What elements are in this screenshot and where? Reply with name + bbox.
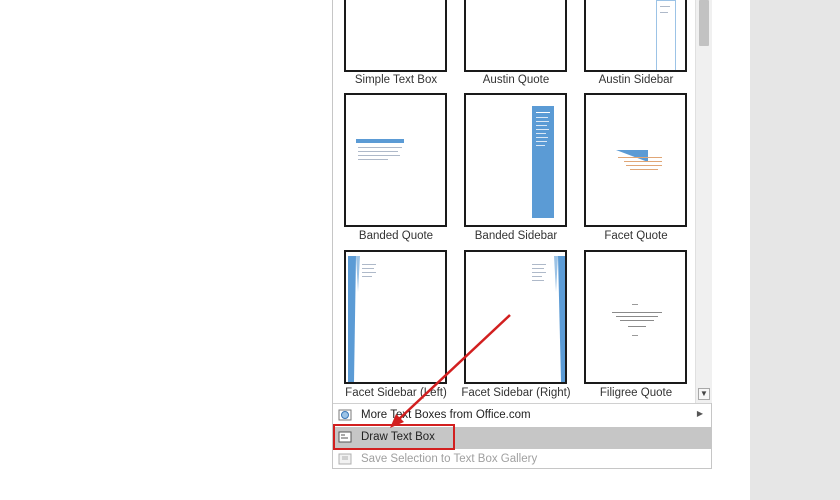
gallery-item-label: Austin Sidebar bbox=[598, 74, 674, 86]
thumbnail-banded-quote bbox=[344, 93, 447, 227]
submenu-arrow-icon: ▶ bbox=[696, 409, 703, 418]
thumbnail-filigree-quote bbox=[584, 250, 687, 384]
save-selection-label: Save Selection to Text Box Gallery bbox=[361, 453, 538, 465]
draw-text-box-highlight bbox=[333, 424, 455, 450]
save-selection-menu-item: Save Selection to Text Box Gallery bbox=[333, 449, 711, 471]
gallery-item-label: Facet Sidebar (Left) bbox=[345, 387, 447, 399]
scroll-down-button[interactable]: ▼ bbox=[698, 388, 710, 400]
thumbnail-facet-quote bbox=[584, 93, 687, 227]
document-background bbox=[750, 0, 840, 500]
text-box-gallery: Simple Text Box Austin Quote Austin Side… bbox=[333, 0, 695, 403]
save-selection-icon bbox=[338, 452, 352, 466]
thumbnail-banded-sidebar bbox=[464, 93, 567, 227]
gallery-item-label: Banded Sidebar bbox=[474, 230, 558, 242]
thumbnail-facet-sidebar-right bbox=[464, 250, 567, 384]
more-text-boxes-label: More Text Boxes from Office.com bbox=[361, 409, 531, 421]
thumbnail-simple-text-box bbox=[344, 0, 447, 72]
gallery-item-label: Filigree Quote bbox=[599, 387, 673, 399]
gallery-item-label: Facet Quote bbox=[604, 230, 668, 242]
facet-right-graphic bbox=[554, 256, 565, 382]
gallery-item-label: Facet Sidebar (Right) bbox=[461, 387, 571, 399]
globe-icon bbox=[338, 408, 352, 422]
gallery-scrollbar[interactable]: ▼ bbox=[695, 0, 712, 403]
thumbnail-facet-sidebar-left bbox=[344, 250, 447, 384]
gallery-item-label: Simple Text Box bbox=[354, 74, 438, 86]
thumbnail-austin-sidebar bbox=[584, 0, 687, 72]
scrollbar-thumb[interactable] bbox=[699, 0, 709, 46]
menu-divider bbox=[333, 403, 711, 404]
gallery-item-label: Banded Quote bbox=[358, 230, 434, 242]
gallery-item-label: Austin Quote bbox=[482, 74, 550, 86]
text-box-dropdown-panel: Simple Text Box Austin Quote Austin Side… bbox=[332, 0, 712, 469]
thumbnail-austin-quote bbox=[464, 0, 567, 72]
